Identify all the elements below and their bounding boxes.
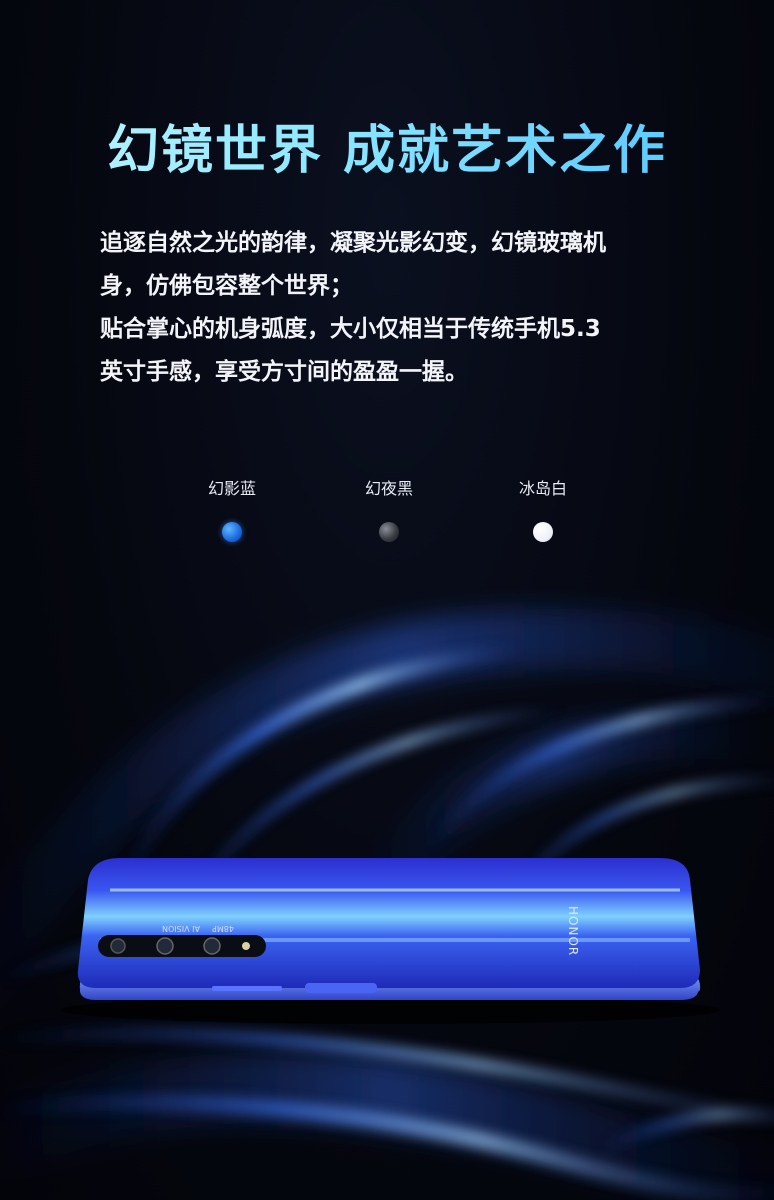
description-line: 追逐自然之光的韵律，凝聚光影幻变，幻镜玻璃机 (100, 230, 606, 256)
description-line: 英寸手感，享受方寸间的盈盈一握。 (100, 359, 468, 385)
color-swatch-white[interactable] (533, 522, 553, 542)
camera-spec-label: 48MP (212, 924, 234, 933)
color-label: 冰岛白 (518, 479, 567, 498)
product-page: 幻镜世界 成就艺术之作 追逐自然之光的韵律，凝聚光影幻变，幻镜玻璃机 身，仿佛包… (0, 0, 774, 1200)
description-line: 身，仿佛包容整个世界； (100, 273, 353, 299)
camera-label: AI VISION (162, 924, 200, 933)
color-option-black[interactable]: 幻夜黑 (334, 478, 444, 542)
color-selector: 幻影蓝 幻夜黑 冰岛白 (0, 478, 774, 558)
camera-lens-icon (203, 937, 221, 955)
camera-lens-icon (156, 937, 174, 955)
color-option-white[interactable]: 冰岛白 (488, 478, 598, 542)
color-swatch-blue[interactable] (222, 522, 242, 542)
color-swatch-black[interactable] (379, 522, 399, 542)
brand-logo-text: HONOR (566, 906, 580, 956)
color-label: 幻夜黑 (364, 479, 413, 498)
description-line: 贴合掌心的机身弧度，大小仅相当于传统手机5.3 (100, 316, 601, 342)
phone-image: AI VISION 48MP HONOR (60, 858, 720, 1024)
color-option-blue[interactable]: 幻影蓝 (177, 478, 287, 542)
description: 追逐自然之光的韵律，凝聚光影幻变，幻镜玻璃机 身，仿佛包容整个世界； 贴合掌心的… (100, 222, 680, 394)
color-label: 幻影蓝 (207, 479, 256, 498)
camera-lens-icon (110, 938, 126, 954)
flash-icon (242, 942, 250, 950)
headline: 幻镜世界 成就艺术之作 (0, 108, 774, 183)
